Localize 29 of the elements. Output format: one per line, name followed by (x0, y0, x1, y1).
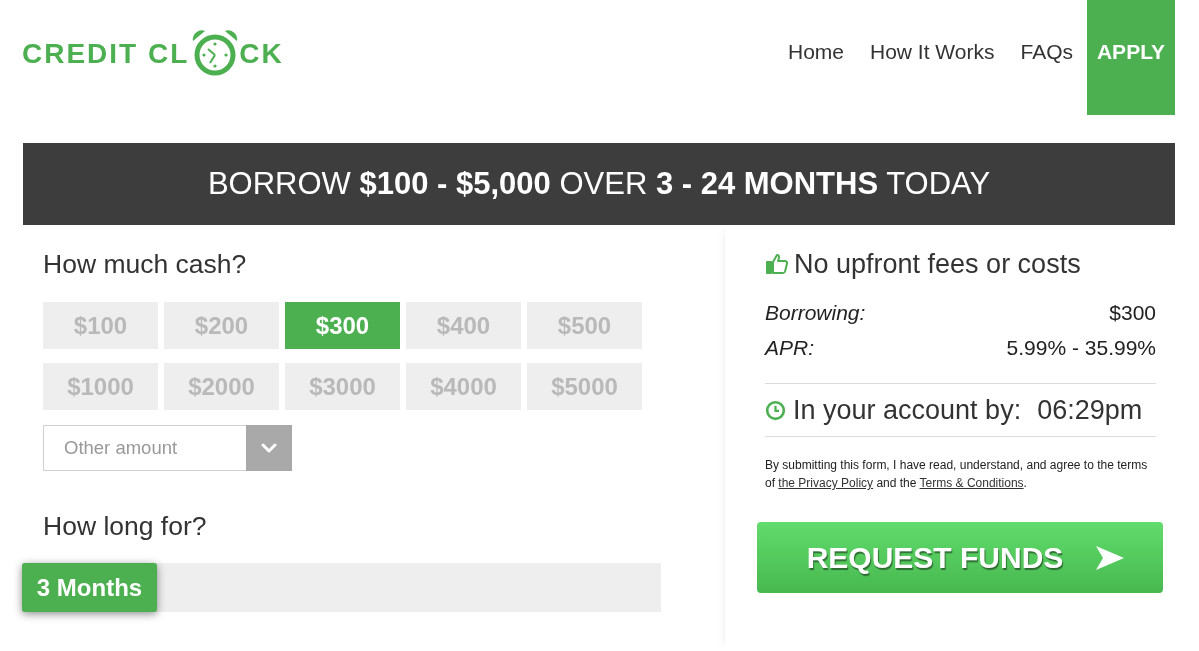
logo-text: CREDIT CL (22, 40, 190, 68)
apply-button[interactable]: APPLY (1087, 0, 1175, 115)
terms-conditions-link[interactable]: Terms & Conditions (919, 476, 1024, 490)
deposit-time: 06:29pm (1037, 394, 1143, 426)
clock-icon (765, 399, 786, 421)
other-amount-field[interactable]: Other amount (43, 425, 246, 471)
request-funds-button[interactable]: REQUEST FUNDS (757, 522, 1163, 593)
dropdown-toggle[interactable] (246, 425, 292, 471)
nav-link[interactable]: How It Works (870, 39, 995, 65)
section-heading: How much cash? (43, 249, 247, 279)
terms-text: By submitting this form, I have read, understand, and agree to the terms of the Privacy Policy and the Terms & Conditions. (765, 457, 1149, 492)
nav-link[interactable]: FAQs (1020, 39, 1073, 65)
nav-link[interactable]: Home (788, 39, 844, 65)
section-heading: How long for? (43, 511, 207, 541)
chevron-down-icon (261, 443, 277, 453)
banner-text: BORROW $100 - $5,000 OVER 3 - 24 MONTHS TODAY (207, 166, 991, 202)
summary-value: $300 (1109, 300, 1156, 326)
summary-label: Borrowing: (765, 300, 866, 326)
slider-handle[interactable]: 3 Months (22, 563, 157, 612)
duration-slider-track[interactable]: 3 Months (22, 563, 661, 612)
deposit-label: In your account by: (793, 394, 1022, 426)
privacy-policy-link[interactable]: the Privacy Policy (778, 476, 874, 490)
summary-value: 5.99% - 35.99% (1006, 335, 1156, 361)
logo-text: CK (239, 40, 284, 68)
thumbs-up-icon (765, 252, 789, 276)
amount-option[interactable]: $300 (285, 302, 400, 349)
arrow-icon (1095, 544, 1126, 571)
headline-text: No upfront fees or costs (794, 249, 1081, 279)
summary-label: APR: (765, 335, 814, 361)
